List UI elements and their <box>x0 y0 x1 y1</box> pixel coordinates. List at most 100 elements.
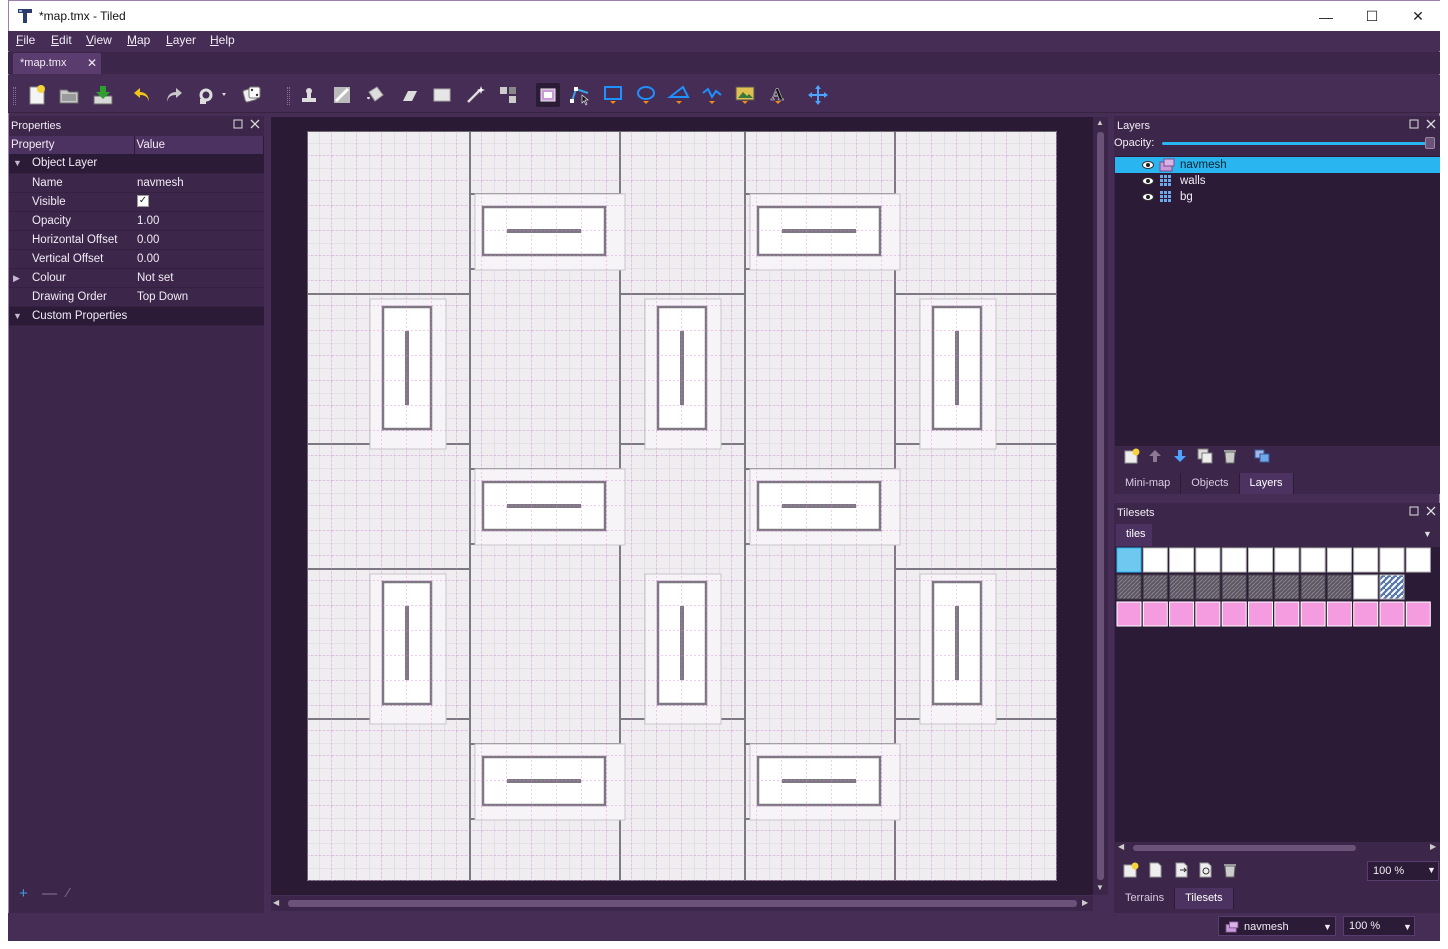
map-zoom-select[interactable]: 100 % ▼ <box>1343 916 1415 936</box>
close-panel-icon[interactable] <box>1426 119 1436 129</box>
minimize-button[interactable]: — <box>1303 1 1349 32</box>
tileset-tile[interactable] <box>1248 601 1273 627</box>
tileset-menu-chevron-icon[interactable]: ▼ <box>1423 529 1432 539</box>
tileset-tile[interactable] <box>1300 601 1326 627</box>
close-window-button[interactable]: ✕ <box>1395 1 1441 32</box>
terrain-brush-icon[interactable] <box>330 83 354 107</box>
tileset-tile[interactable] <box>1116 574 1142 600</box>
group-object-layer[interactable]: ▼ Object Layer <box>9 154 264 174</box>
tileset-tile[interactable] <box>1221 601 1247 627</box>
toolbar-grip[interactable] <box>287 87 290 105</box>
vertical-scroll-thumb[interactable] <box>1097 132 1104 880</box>
insert-ellipse-icon[interactable] <box>634 83 658 107</box>
scroll-up-icon[interactable]: ▲ <box>1096 118 1104 127</box>
select-same-tile-icon[interactable] <box>496 83 520 107</box>
insert-polygon-icon[interactable] <box>667 83 691 107</box>
tileset-tile[interactable] <box>1116 547 1142 573</box>
map-canvas[interactable] <box>307 131 1057 881</box>
float-panel-icon[interactable] <box>1409 506 1419 516</box>
tileset-tile[interactable] <box>1405 601 1431 627</box>
menu-edit[interactable]: Edit <box>51 33 72 47</box>
tileset-tile[interactable] <box>1353 601 1379 627</box>
property-row[interactable]: Name navmesh <box>9 173 264 193</box>
menu-layer[interactable]: Layer <box>166 33 196 47</box>
open-file-icon[interactable] <box>57 83 81 107</box>
tileset-tile[interactable] <box>1221 574 1247 600</box>
show-hide-other-layers-icon[interactable] <box>1253 447 1271 465</box>
tileset-tile[interactable] <box>1405 547 1431 573</box>
redo-icon[interactable] <box>161 83 185 107</box>
tileset-tile[interactable] <box>1169 601 1195 627</box>
random-dice-icon[interactable] <box>240 83 264 107</box>
stamp-brush-icon[interactable] <box>297 83 321 107</box>
tileset-tiles-view[interactable] <box>1115 547 1440 842</box>
scroll-left-icon[interactable]: ◀ <box>273 898 279 907</box>
tab-objects[interactable]: Objects <box>1181 473 1240 494</box>
toolbar-grip[interactable] <box>13 87 16 105</box>
visible-checkbox[interactable]: ✓ <box>137 195 149 208</box>
maximize-button[interactable]: ☐ <box>1349 1 1395 32</box>
new-file-icon[interactable] <box>25 83 49 107</box>
horizontal-scroll-thumb[interactable] <box>288 900 1077 907</box>
tileset-tile[interactable] <box>1142 547 1168 573</box>
visibility-eye-icon[interactable] <box>1142 159 1154 171</box>
tab-layers[interactable]: Layers <box>1239 473 1294 494</box>
menu-file[interactable]: File <box>16 33 35 47</box>
tab-tilesets[interactable]: Tilesets <box>1175 888 1234 909</box>
tab-terrains[interactable]: Terrains <box>1115 888 1176 909</box>
column-header-value[interactable]: Value <box>134 136 264 154</box>
property-row[interactable]: Drawing Order Top Down <box>9 287 264 307</box>
column-header-property[interactable]: Property <box>9 136 135 154</box>
magic-wand-icon[interactable] <box>463 83 487 107</box>
visibility-eye-icon[interactable] <box>1142 191 1154 203</box>
expanded-arrow-icon[interactable]: ▼ <box>13 158 23 168</box>
property-row[interactable]: Opacity 1.00 <box>9 211 264 231</box>
float-panel-icon[interactable] <box>1409 119 1419 129</box>
embed-tileset-icon[interactable] <box>1146 861 1164 879</box>
tileset-tile[interactable] <box>1353 574 1379 600</box>
duplicate-layer-icon[interactable] <box>1196 447 1214 465</box>
undo-icon[interactable] <box>131 83 155 107</box>
tileset-tile[interactable] <box>1379 547 1405 573</box>
tileset-tile[interactable] <box>1142 601 1168 627</box>
select-objects-icon[interactable] <box>536 83 560 107</box>
rect-select-icon[interactable] <box>430 83 454 107</box>
map-horizontal-scrollbar[interactable]: ◀ ▶ <box>271 896 1093 911</box>
close-panel-icon[interactable] <box>250 119 260 129</box>
tileset-tile[interactable] <box>1300 547 1326 573</box>
tileset-tile[interactable] <box>1326 601 1352 627</box>
tileset-tile[interactable] <box>1169 547 1195 573</box>
tileset-tile[interactable] <box>1274 574 1300 600</box>
move-tool-icon[interactable] <box>806 83 830 107</box>
insert-tile-icon[interactable] <box>733 83 757 107</box>
close-panel-icon[interactable] <box>1426 506 1436 516</box>
scroll-left-icon[interactable]: ◀ <box>1118 842 1124 851</box>
tileset-tile[interactable] <box>1379 601 1405 627</box>
tileset-tile[interactable] <box>1142 574 1168 600</box>
save-icon[interactable] <box>91 83 115 107</box>
menu-view[interactable]: View <box>86 33 112 47</box>
raise-layer-icon[interactable] <box>1146 447 1164 465</box>
property-row[interactable]: Vertical Offset 0.00 <box>9 249 264 269</box>
tileset-tile[interactable] <box>1379 574 1405 600</box>
expanded-arrow-icon[interactable]: ▼ <box>13 311 23 321</box>
tileset-horizontal-scrollbar[interactable]: ◀ ▶ <box>1115 842 1440 854</box>
opacity-slider[interactable] <box>1162 142 1430 145</box>
tileset-tile[interactable] <box>1326 574 1352 600</box>
tab-map-tmx[interactable]: *map.tmx ✕ <box>13 53 101 74</box>
layer-row-navmesh[interactable]: navmesh <box>1115 157 1440 173</box>
tileset-tile[interactable] <box>1195 601 1221 627</box>
tileset-tile[interactable] <box>1195 547 1221 573</box>
tileset-tab-tiles[interactable]: tiles <box>1116 524 1152 546</box>
scroll-right-icon[interactable]: ▶ <box>1082 898 1088 907</box>
scroll-right-icon[interactable]: ▶ <box>1430 842 1436 851</box>
tileset-tile[interactable] <box>1300 574 1326 600</box>
tileset-tile[interactable] <box>1221 547 1247 573</box>
group-custom-properties[interactable]: ▼ Custom Properties <box>9 306 264 326</box>
rename-property-icon[interactable]: ∕ <box>67 885 69 900</box>
layer-row-walls[interactable]: walls <box>1115 173 1440 189</box>
tileset-tile[interactable] <box>1195 574 1221 600</box>
add-property-icon[interactable]: + <box>19 885 28 902</box>
remove-tileset-icon[interactable] <box>1221 861 1239 879</box>
float-panel-icon[interactable] <box>233 119 243 129</box>
